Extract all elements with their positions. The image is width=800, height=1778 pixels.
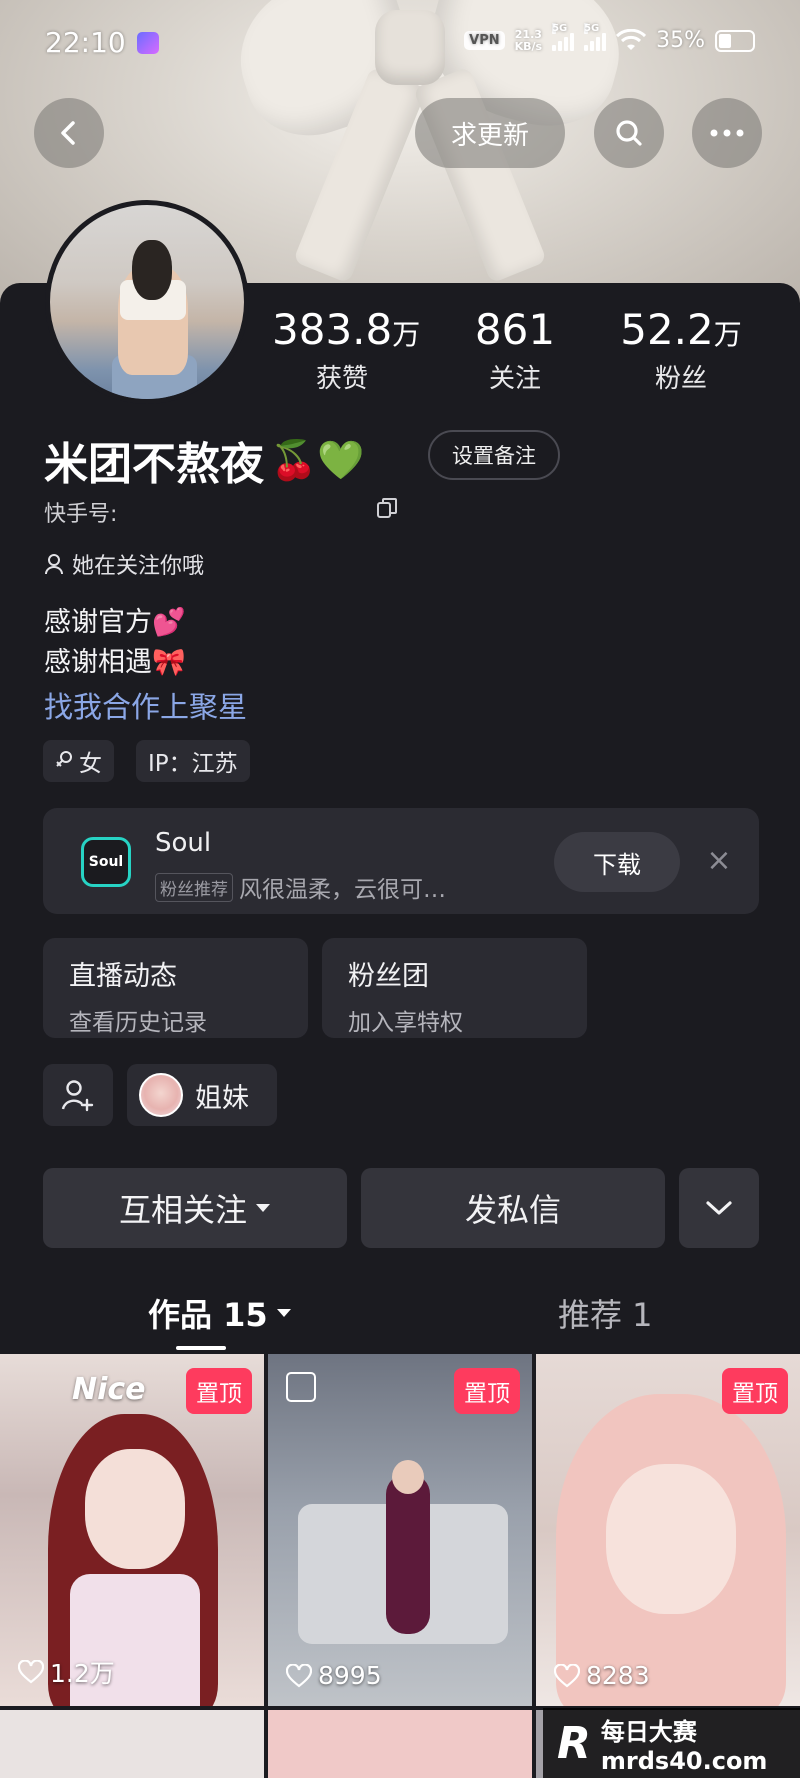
mutual-follow-button[interactable]: 互相关注	[43, 1168, 347, 1248]
network-speed: 21.3 KB/s	[514, 27, 543, 53]
ip-location-tag: IP：江苏	[136, 740, 250, 782]
bio-line: 感谢相遇🎀	[44, 647, 186, 678]
site-watermark: R 每日大赛 mrds40.com	[543, 1708, 800, 1778]
female-symbol-icon	[56, 751, 72, 767]
pinned-badge: 置顶	[186, 1368, 252, 1414]
add-person-icon	[61, 1080, 94, 1112]
signal-icon: 5G	[552, 22, 575, 51]
like-count: 1.2万	[18, 1654, 115, 1690]
request-update-button[interactable]: 求更新	[415, 98, 565, 168]
tab-underline	[176, 1346, 226, 1350]
status-bar: 22:10 VPN 21.3 KB/s 5G 5G 35%	[0, 0, 800, 80]
follows-you-indicator: 她在关注你哦	[44, 548, 204, 580]
content-tabs: 作品 15 推荐 1	[0, 1290, 800, 1350]
work-thumbnail[interactable]	[268, 1710, 532, 1778]
image-post-icon	[286, 1372, 316, 1402]
wifi-icon	[616, 28, 647, 50]
work-thumbnail[interactable]	[0, 1710, 264, 1778]
send-message-button[interactable]: 发私信	[361, 1168, 665, 1248]
search-icon	[616, 120, 642, 146]
stat-label: 粉丝	[654, 364, 707, 394]
copy-icon[interactable]	[376, 497, 398, 519]
work-thumbnail[interactable]: 置顶 8995	[268, 1354, 532, 1706]
ad-banner[interactable]: Soul Soul 粉丝推荐 风很温柔，云很可… 下载 ×	[43, 808, 759, 914]
pinned-badge: 置顶	[722, 1368, 788, 1414]
close-icon[interactable]: ×	[701, 842, 737, 878]
soul-app-icon: Soul	[81, 837, 131, 887]
person-icon	[45, 554, 63, 575]
stat-likes[interactable]: 383.8万 获赞	[272, 305, 420, 395]
ad-title: Soul	[155, 828, 212, 858]
status-indicators: VPN 21.3 KB/s 5G 5G 35%	[464, 22, 755, 53]
heart-icon	[18, 1660, 44, 1684]
expand-button[interactable]	[679, 1168, 759, 1248]
set-note-button[interactable]: 设置备注	[428, 430, 560, 480]
thumbnail-overlay-text: Nice	[72, 1372, 146, 1407]
pinned-badge: 置顶	[454, 1368, 520, 1414]
heart-icon	[554, 1663, 580, 1687]
live-history-card[interactable]: 直播动态 查看历史记录	[43, 938, 308, 1038]
more-options-button[interactable]	[692, 98, 762, 168]
ad-download-button[interactable]: 下载	[554, 832, 680, 892]
heart-icon	[286, 1663, 312, 1687]
profile-name: 米团不熬夜 🍒💚	[44, 437, 365, 491]
ad-chip: 粉丝推荐	[155, 872, 233, 902]
add-friend-button[interactable]	[43, 1064, 113, 1126]
app-notification-icon	[137, 32, 159, 54]
like-count: 8283	[554, 1661, 650, 1690]
gender-tag: 女	[43, 740, 114, 782]
tab-works[interactable]: 作品 15	[148, 1290, 292, 1336]
chevron-left-icon	[61, 121, 75, 145]
vpn-icon: VPN	[464, 31, 505, 50]
battery-percent: 35%	[656, 28, 705, 53]
chevron-down-icon	[706, 1201, 732, 1215]
bio-line: 感谢官方💕	[44, 607, 186, 638]
caret-down-icon	[256, 1204, 270, 1212]
caret-down-icon	[276, 1309, 291, 1317]
fan-club-card[interactable]: 粉丝团 加入享特权	[322, 938, 587, 1038]
stat-label: 关注	[488, 364, 541, 394]
signal-icon: 5G	[584, 22, 607, 51]
avatar[interactable]	[45, 200, 249, 404]
name-emojis: 🍒💚	[270, 437, 365, 482]
watermark-logo: R	[557, 1717, 591, 1769]
work-thumbnail[interactable]: 置顶 8283	[536, 1354, 800, 1706]
relation-sister-chip[interactable]: 姐妹	[127, 1064, 277, 1126]
work-thumbnail[interactable]: Nice 置顶 1.2万	[0, 1354, 264, 1706]
stat-label: 获赞	[315, 364, 368, 394]
more-dots-icon	[710, 129, 744, 137]
ad-subtitle: 粉丝推荐 风很温柔，云很可…	[155, 870, 446, 904]
search-button[interactable]	[594, 98, 664, 168]
stat-following[interactable]: 861 关注	[460, 305, 570, 395]
status-time: 22:10	[45, 26, 126, 59]
tab-recommend[interactable]: 推荐 1	[558, 1290, 653, 1336]
stat-fans[interactable]: 52.2万 粉丝	[616, 305, 746, 395]
battery-icon	[715, 29, 755, 52]
like-count: 8995	[286, 1661, 382, 1690]
back-button[interactable]	[34, 98, 104, 168]
collab-link[interactable]: 找我合作上聚星	[44, 684, 247, 726]
relation-avatar	[139, 1073, 183, 1117]
kuaishou-id-label: 快手号:	[44, 502, 118, 527]
